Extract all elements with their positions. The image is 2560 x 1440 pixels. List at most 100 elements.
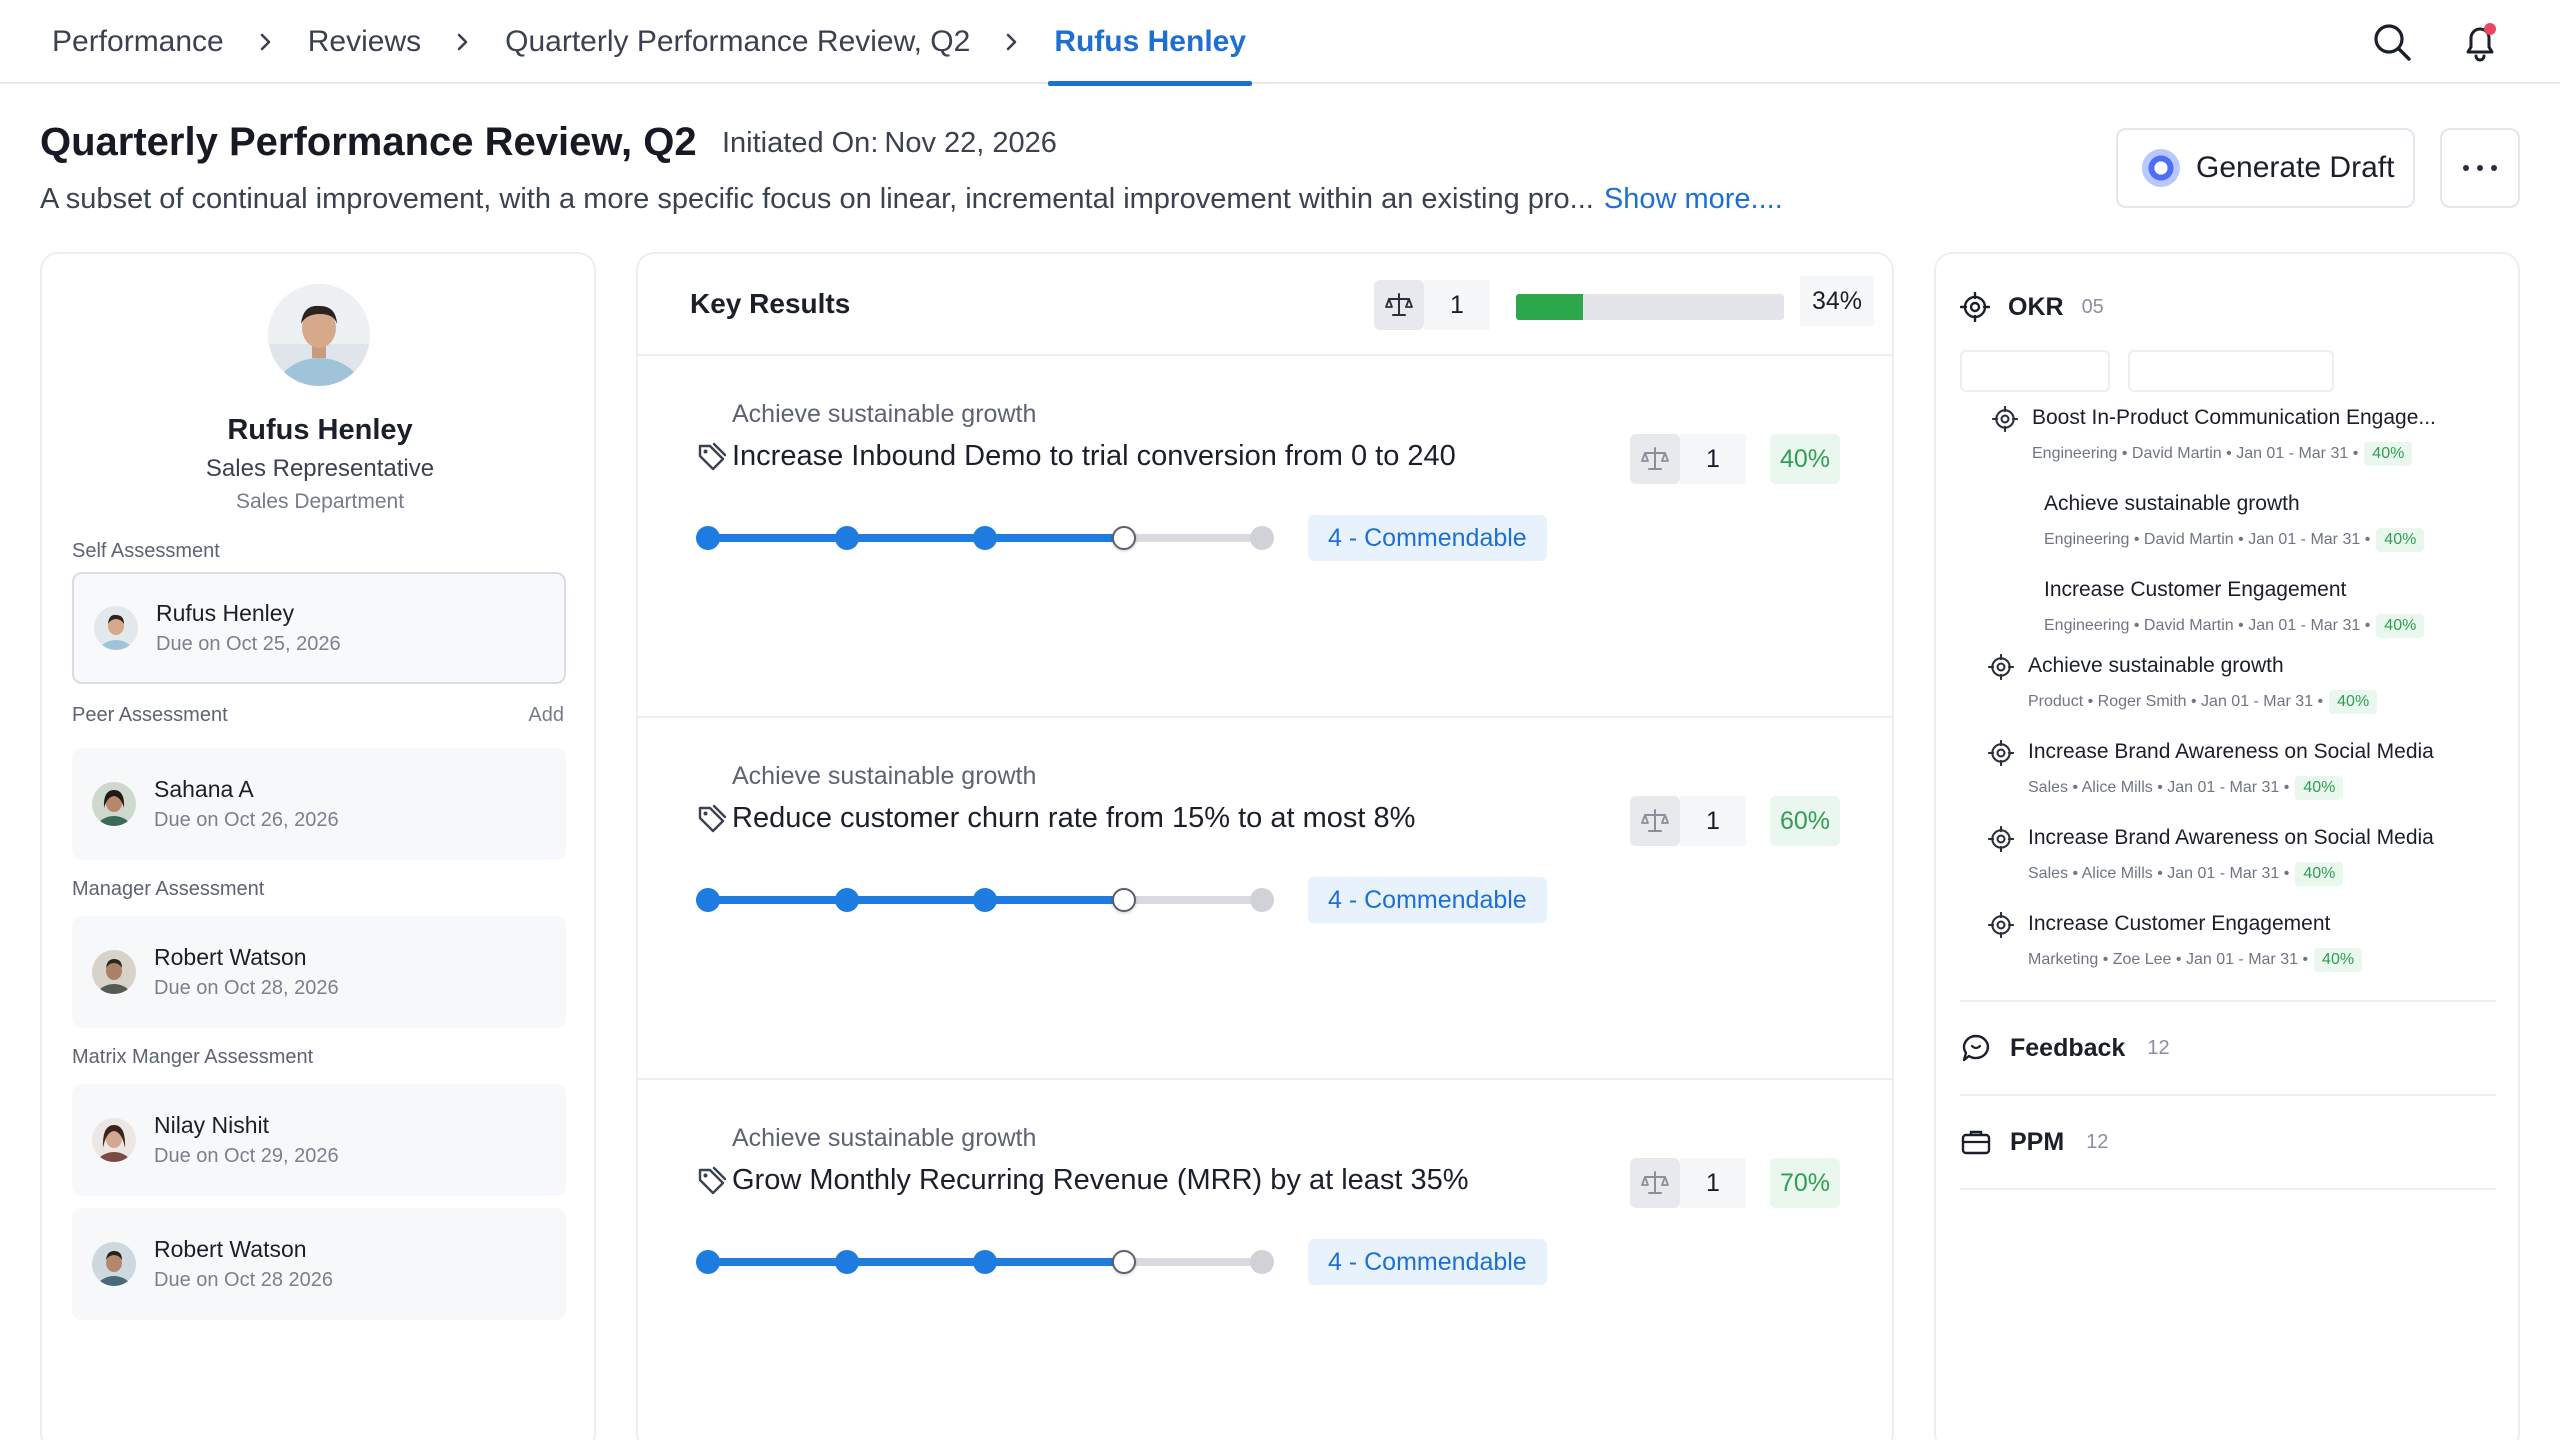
avatar <box>268 284 370 386</box>
divider <box>1960 1000 2496 1002</box>
search-icon[interactable] <box>2370 20 2414 64</box>
assessor-name: Robert Watson <box>154 1236 307 1262</box>
okr-item-percent: 40% <box>2314 948 2363 972</box>
chat-bubble-icon <box>1962 1034 1990 1062</box>
notification-bell-icon[interactable] <box>2458 20 2502 64</box>
rating-slider[interactable] <box>696 1248 1274 1276</box>
okr-item[interactable]: Achieve sustainable growth Product • Rog… <box>2028 654 2378 714</box>
slider-stop[interactable] <box>1250 888 1274 912</box>
rating-slider[interactable] <box>696 886 1274 914</box>
generate-draft-button[interactable]: Generate Draft <box>2116 128 2415 208</box>
due-date: Due on Oct 29, 2026 <box>154 1145 339 1167</box>
slider-stop[interactable] <box>696 526 720 550</box>
scale-icon <box>1630 796 1680 846</box>
okr-item[interactable]: Achieve sustainable growth Engineering •… <box>2044 492 2425 552</box>
avatar <box>92 950 136 994</box>
rating-chip[interactable]: 4 - Commendable <box>1308 877 1547 923</box>
slider-stop[interactable] <box>973 526 997 550</box>
slider-stop[interactable] <box>1250 1250 1274 1274</box>
okr-item-meta: Product • Roger Smith • Jan 01 - Mar 31 … <box>2028 693 2324 710</box>
kr-name[interactable]: Reduce customer churn rate from 15% to a… <box>732 802 1415 835</box>
okr-header[interactable]: OKR 05 <box>1960 292 2104 322</box>
okr-item-percent: 40% <box>2376 528 2425 552</box>
due-date: Due on Oct 26, 2026 <box>154 809 339 831</box>
breadcrumb-performance[interactable]: Performance <box>46 25 230 59</box>
okr-filter-placeholder[interactable] <box>1960 350 2110 392</box>
slider-stop[interactable] <box>696 888 720 912</box>
target-icon <box>1991 405 2019 433</box>
slider-stop[interactable] <box>1111 526 1136 550</box>
feedback-section[interactable]: Feedback 12 <box>1960 1032 2170 1064</box>
breadcrumb-current[interactable]: Rufus Henley <box>1048 0 1252 86</box>
avatar <box>92 1118 136 1162</box>
slider-stop[interactable] <box>1111 888 1136 912</box>
show-more-link[interactable]: Show more.... <box>1604 183 1783 215</box>
kr-name[interactable]: Increase Inbound Demo to trial conversio… <box>732 440 1456 473</box>
slider-stop[interactable] <box>834 1250 859 1274</box>
self-assessment-card[interactable]: Rufus Henley Due on Oct 25, 2026 <box>72 572 566 684</box>
kr-name[interactable]: Grow Monthly Recurring Revenue (MRR) by … <box>732 1164 1469 1197</box>
slider-fill <box>696 1258 1124 1266</box>
okr-item[interactable]: Increase Brand Awareness on Social Media… <box>2028 740 2434 800</box>
divider <box>1960 1188 2496 1190</box>
okr-item-percent: 40% <box>2376 614 2425 638</box>
weight-value: 1 <box>1680 796 1746 846</box>
weight-chip: 1 <box>1374 280 1490 330</box>
avatar <box>92 1242 136 1286</box>
okr-item-meta: Engineering • David Martin • Jan 01 - Ma… <box>2032 445 2359 462</box>
slider-stop[interactable] <box>1250 526 1274 550</box>
slider-stop[interactable] <box>973 888 997 912</box>
target-icon <box>1987 739 2015 767</box>
okr-item[interactable]: Increase Brand Awareness on Social Media… <box>2028 826 2434 886</box>
okr-item[interactable]: Boost In-Product Communication Engage...… <box>2032 406 2436 466</box>
kr-category: Achieve sustainable growth <box>732 400 1037 428</box>
okr-item-title: Boost In-Product Communication Engage... <box>2032 406 2436 429</box>
rating-chip[interactable]: 4 - Commendable <box>1308 515 1547 561</box>
okr-item[interactable]: Increase Customer Engagement Engineering… <box>2044 578 2425 638</box>
chevron-right-icon <box>1004 32 1020 52</box>
slider-stop[interactable] <box>834 888 859 912</box>
target-icon <box>1987 911 2015 939</box>
more-options-button[interactable] <box>2440 128 2520 208</box>
manager-assessment-card[interactable]: Robert Watson Due on Oct 28, 2026 <box>72 916 566 1028</box>
feedback-count: 12 <box>2147 1036 2170 1059</box>
assessor-name: Robert Watson <box>154 944 307 970</box>
ppm-section[interactable]: PPM 12 <box>1960 1126 2108 1158</box>
okr-item-percent: 40% <box>2295 862 2344 886</box>
okr-item-title: Achieve sustainable growth <box>2044 492 2300 515</box>
okr-item-percent: 40% <box>2295 776 2344 800</box>
key-results-panel: Key Results 1 34% Achieve sustainable gr… <box>636 252 1894 1440</box>
breadcrumb-reviews[interactable]: Reviews <box>302 25 427 59</box>
slider-stop[interactable] <box>696 1250 720 1274</box>
overall-percent: 34% <box>1800 276 1875 326</box>
dot <box>2463 165 2469 171</box>
kr-category: Achieve sustainable growth <box>732 762 1037 790</box>
tag-icon <box>694 440 728 474</box>
rating-slider[interactable] <box>696 524 1274 552</box>
employee-panel: Rufus Henley Sales Representative Sales … <box>40 252 596 1440</box>
kr-percent: 70% <box>1770 1158 1840 1208</box>
generate-draft-label: Generate Draft <box>2196 151 2395 184</box>
okr-item-title: Achieve sustainable growth <box>2028 654 2284 677</box>
slider-stop[interactable] <box>1111 1250 1136 1274</box>
okr-filter-placeholder[interactable] <box>2128 350 2334 392</box>
avatar <box>94 606 138 650</box>
assessor-name: Rufus Henley <box>156 600 295 626</box>
slider-stop[interactable] <box>973 1250 997 1274</box>
slider-stop[interactable] <box>834 526 859 550</box>
breadcrumb-review-name[interactable]: Quarterly Performance Review, Q2 <box>499 25 976 59</box>
matrix-assessment-card[interactable]: Nilay Nishit Due on Oct 29, 2026 <box>72 1084 566 1196</box>
chevron-right-icon <box>455 32 471 52</box>
target-icon <box>1960 292 1990 322</box>
add-peer-button[interactable]: Add <box>528 704 564 727</box>
okr-item[interactable]: Increase Customer Engagement Marketing •… <box>2028 912 2363 972</box>
divider <box>638 354 1892 356</box>
scale-icon <box>1630 434 1680 484</box>
peer-assessment-card[interactable]: Sahana A Due on Oct 26, 2026 <box>72 748 566 860</box>
key-results-title: Key Results <box>690 288 851 319</box>
okr-item-meta: Engineering • David Martin • Jan 01 - Ma… <box>2044 531 2371 548</box>
matrix-assessment-card[interactable]: Robert Watson Due on Oct 28 2026 <box>72 1208 566 1320</box>
ai-sparkle-icon <box>2142 149 2180 187</box>
rating-chip[interactable]: 4 - Commendable <box>1308 1239 1547 1285</box>
okr-item-title: Increase Brand Awareness on Social Media <box>2028 826 2434 849</box>
